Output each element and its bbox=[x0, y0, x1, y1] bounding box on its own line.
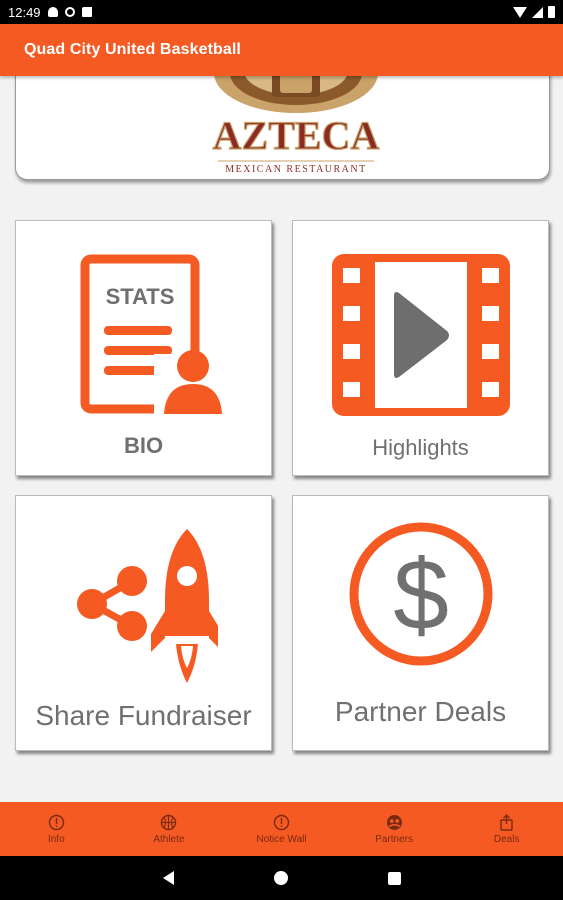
back-button[interactable] bbox=[162, 871, 174, 885]
app-bar: Quad City United Basketball bbox=[0, 24, 563, 76]
nav-item-deals[interactable]: Deals bbox=[450, 802, 563, 856]
sponsor-banner[interactable]: AZTECA MEXICAN RESTAURANT bbox=[15, 60, 550, 180]
nav-label-info: Info bbox=[47, 833, 65, 845]
share-rocket-icon bbox=[77, 529, 218, 683]
dollar-sign-text: $ bbox=[393, 539, 449, 651]
nav-item-notice-wall[interactable]: Notice Wall bbox=[225, 802, 338, 856]
sponsor-logo: AZTECA MEXICAN RESTAURANT bbox=[212, 73, 380, 175]
share-fundraiser-tile[interactable]: Share Fundraiser bbox=[15, 495, 272, 751]
sd-card-icon bbox=[81, 7, 92, 17]
battery-icon bbox=[548, 6, 555, 18]
dollar-circle-icon: $ bbox=[349, 522, 493, 666]
nav-item-athlete[interactable]: Athlete bbox=[113, 802, 226, 856]
share-fundraiser-label: Share Fundraiser bbox=[35, 700, 252, 731]
nav-label-athlete: Athlete bbox=[153, 833, 185, 845]
status-bar: 12:49 bbox=[0, 0, 563, 24]
nav-label-notice-wall: Notice Wall bbox=[256, 833, 307, 845]
basketball-icon bbox=[161, 814, 177, 830]
partner-deals-tile[interactable]: $ Partner Deals bbox=[292, 495, 549, 751]
wifi-icon bbox=[513, 6, 527, 18]
stats-document-icon: STATS bbox=[80, 254, 226, 416]
status-time: 12:49 bbox=[8, 4, 41, 20]
sponsor-subtitle: MEXICAN RESTAURANT bbox=[225, 164, 366, 175]
nav-item-partners[interactable]: Partners bbox=[338, 802, 451, 856]
film-play-icon bbox=[332, 254, 510, 416]
info-icon bbox=[48, 814, 64, 830]
notification-bell-icon bbox=[47, 7, 58, 17]
bottom-nav: Info Athlete Notice Wall Partners Deals bbox=[0, 802, 563, 856]
bio-label: BIO bbox=[123, 433, 164, 458]
partners-icon bbox=[386, 814, 402, 830]
partner-deals-label: Partner Deals bbox=[334, 696, 507, 727]
highlights-tile[interactable]: Highlights bbox=[292, 220, 549, 476]
recents-button[interactable] bbox=[387, 871, 401, 885]
nav-item-info[interactable]: Info bbox=[0, 802, 113, 856]
system-nav-bar bbox=[0, 856, 563, 900]
home-button[interactable] bbox=[273, 871, 288, 885]
app-title: Quad City United Basketball bbox=[24, 41, 241, 58]
nav-label-deals: Deals bbox=[493, 833, 520, 845]
sponsor-name: AZTECA bbox=[213, 113, 380, 158]
nav-label-partners: Partners bbox=[375, 833, 413, 845]
stats-icon-text: STATS bbox=[106, 284, 175, 309]
highlights-label: Highlights bbox=[372, 435, 469, 460]
signal-icon bbox=[532, 6, 543, 18]
p-app-icon bbox=[64, 7, 75, 17]
deals-icon bbox=[500, 813, 513, 831]
bio-tile[interactable]: STATS BIO bbox=[15, 220, 272, 476]
alert-icon bbox=[273, 814, 290, 830]
